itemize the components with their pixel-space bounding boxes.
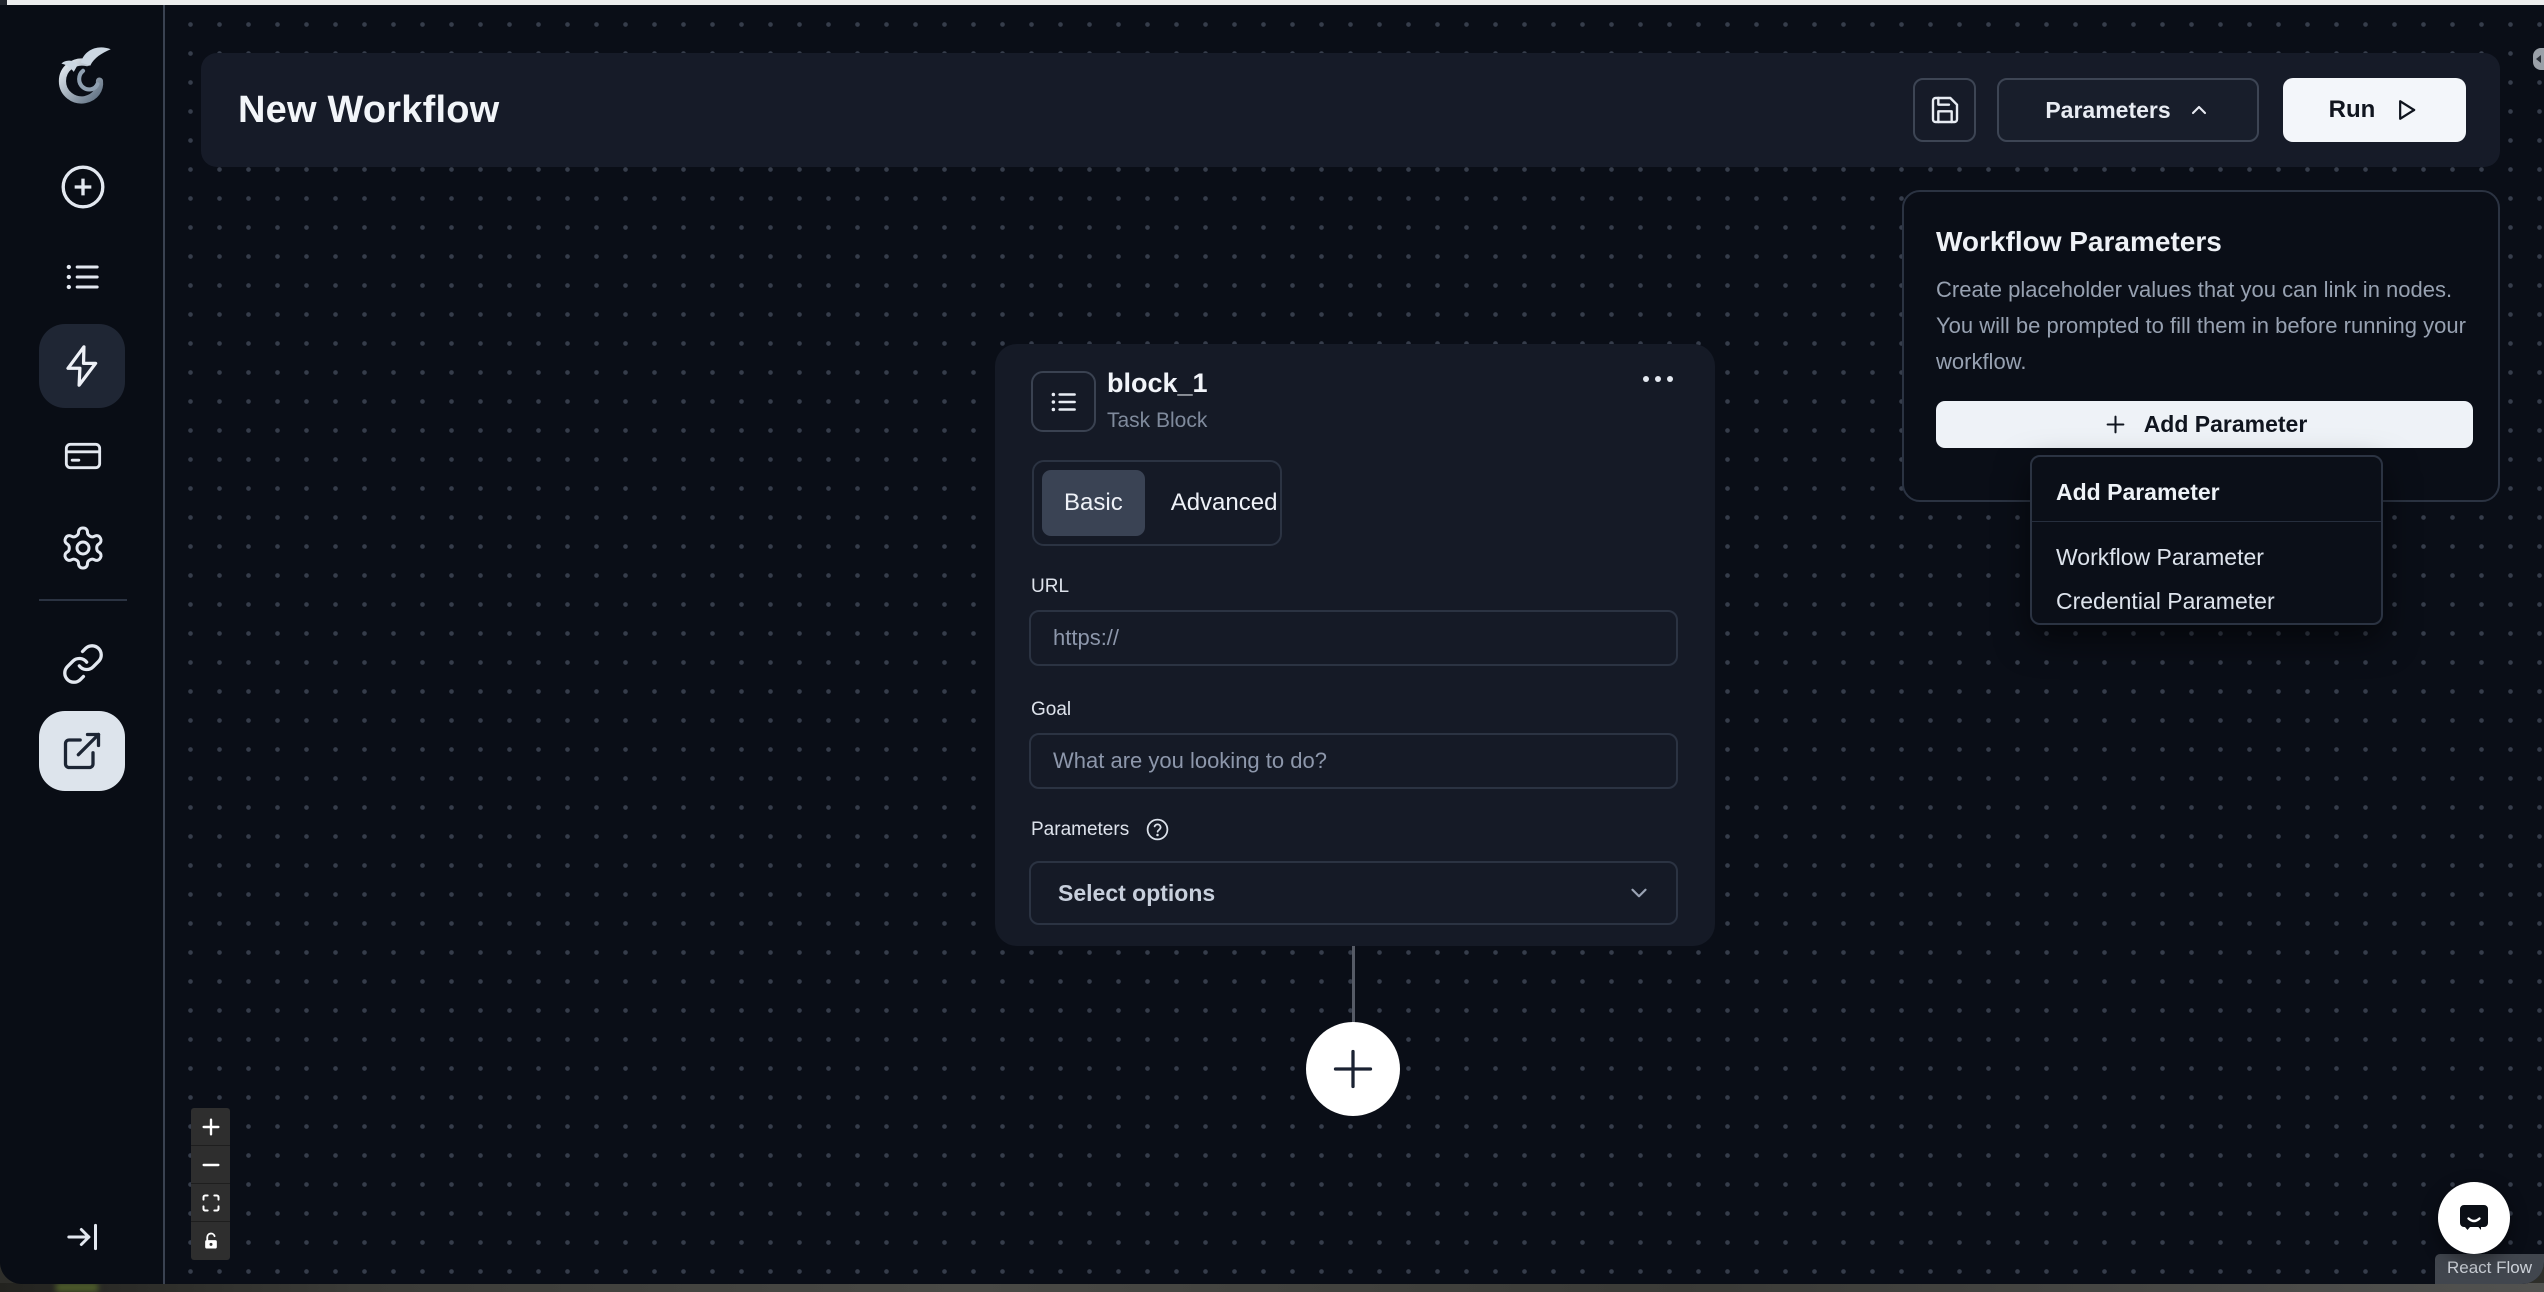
parameters-toggle-button[interactable]: Parameters bbox=[1997, 78, 2259, 142]
tab-basic[interactable]: Basic bbox=[1042, 470, 1145, 536]
menu-item-workflow-parameter[interactable]: Workflow Parameter bbox=[2042, 535, 2371, 579]
zoom-out-button[interactable] bbox=[191, 1146, 230, 1184]
url-label: URL bbox=[1031, 576, 1070, 597]
sidebar-item-settings[interactable] bbox=[59, 524, 107, 572]
expand-sidebar-button[interactable] bbox=[61, 1215, 105, 1259]
tab-advanced[interactable]: Advanced bbox=[1149, 470, 1300, 536]
sidebar-item-runs[interactable] bbox=[61, 257, 105, 297]
workflow-parameters-title: Workflow Parameters bbox=[1936, 226, 2222, 257]
arrow-right-to-line-icon bbox=[67, 1223, 97, 1251]
window-chrome-bottom bbox=[0, 1283, 2544, 1292]
credit-card-icon bbox=[64, 442, 102, 470]
gear-icon bbox=[63, 526, 103, 570]
block-menu-button[interactable] bbox=[1635, 366, 1681, 396]
chevron-down-icon bbox=[1631, 888, 1647, 898]
goal-input[interactable] bbox=[1029, 733, 1678, 789]
add-parameter-label: Add Parameter bbox=[2143, 411, 2308, 437]
parameters-select[interactable]: Select options bbox=[1029, 861, 1678, 925]
fit-view-button[interactable] bbox=[191, 1184, 230, 1222]
sidebar bbox=[0, 5, 165, 1284]
lightning-icon bbox=[66, 345, 98, 387]
chevron-up-icon bbox=[2191, 105, 2206, 115]
run-label: Run bbox=[2328, 96, 2376, 123]
plus-icon bbox=[1333, 1049, 1373, 1089]
fit-view-icon bbox=[202, 1194, 219, 1211]
parameters-toggle-label: Parameters bbox=[2045, 96, 2171, 123]
lock-toggle-button[interactable] bbox=[191, 1222, 230, 1260]
block-tabs: Basic Advanced bbox=[1032, 460, 1282, 546]
workflow-header-bar: New Workflow Parameters Run bbox=[201, 53, 2500, 167]
workflow-parameters-description: Create placeholder values that you can l… bbox=[1936, 277, 2466, 374]
block-type-label: Task Block bbox=[1107, 409, 1208, 432]
window-chrome-top bbox=[0, 0, 2544, 5]
plus-icon bbox=[2106, 415, 2125, 434]
skyvern-logo[interactable] bbox=[46, 40, 120, 114]
minus-icon bbox=[201, 1163, 220, 1166]
page-title: New Workflow bbox=[238, 88, 500, 131]
goal-label: Goal bbox=[1031, 699, 1072, 720]
parameters-select-value: Select options bbox=[1058, 879, 1216, 906]
play-icon bbox=[2399, 100, 2416, 120]
save-button[interactable] bbox=[1913, 78, 1976, 142]
panel-collapse-handle[interactable] bbox=[2533, 48, 2544, 70]
run-button[interactable]: Run bbox=[2283, 78, 2466, 142]
list-icon bbox=[66, 264, 99, 290]
react-flow-attribution[interactable]: React Flow bbox=[2434, 1254, 2544, 1284]
add-block-button[interactable] bbox=[1306, 1022, 1400, 1116]
help-circle-icon[interactable] bbox=[1145, 817, 1170, 842]
unlock-icon bbox=[204, 1232, 217, 1249]
ellipsis-icon bbox=[1643, 376, 1673, 382]
plus-icon bbox=[201, 1117, 220, 1136]
block-name: block_1 bbox=[1107, 368, 1208, 398]
canvas-controls bbox=[191, 1108, 230, 1260]
menu-divider bbox=[2032, 521, 2381, 522]
save-icon bbox=[1931, 96, 1958, 124]
block-icon-box bbox=[1031, 371, 1096, 432]
url-input[interactable] bbox=[1029, 610, 1678, 666]
link-icon bbox=[63, 644, 103, 684]
sidebar-item-workflows[interactable] bbox=[39, 324, 125, 408]
sidebar-divider bbox=[39, 599, 127, 601]
app-window: New Workflow Parameters Run block_1 Task… bbox=[0, 5, 2544, 1284]
edge-connector bbox=[1352, 946, 1355, 1027]
sidebar-item-browser-session[interactable] bbox=[39, 711, 125, 791]
chat-bubble-icon bbox=[2460, 1205, 2488, 1230]
zoom-in-button[interactable] bbox=[191, 1108, 230, 1146]
sidebar-item-create[interactable] bbox=[58, 162, 108, 212]
add-parameter-button[interactable]: Add Parameter bbox=[1936, 401, 2473, 448]
block-parameters-label: Parameters bbox=[1031, 818, 1130, 840]
screen: New Workflow Parameters Run block_1 Task… bbox=[0, 0, 2544, 1292]
help-circle-icon bbox=[1146, 818, 1169, 841]
task-block-node[interactable]: block_1 Task Block Basic Advanced URL Go… bbox=[995, 344, 1715, 946]
list-icon bbox=[1051, 392, 1076, 411]
add-parameter-menu-header: Add Parameter bbox=[2056, 479, 2220, 505]
dragon-logo-icon bbox=[58, 47, 111, 104]
add-parameter-menu: Add Parameter Workflow Parameter Credent… bbox=[2030, 455, 2383, 625]
external-link-icon bbox=[63, 732, 101, 770]
sidebar-item-billing[interactable] bbox=[60, 436, 106, 476]
menu-item-credential-parameter[interactable]: Credential Parameter bbox=[2042, 579, 2371, 623]
chat-widget-button[interactable] bbox=[2438, 1182, 2510, 1254]
plus-circle-icon bbox=[61, 165, 105, 209]
sidebar-item-integrations[interactable] bbox=[61, 642, 105, 686]
